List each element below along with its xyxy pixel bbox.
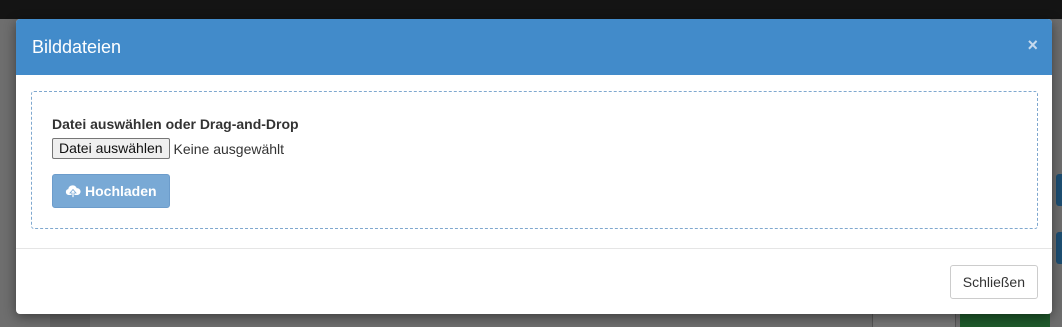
cloud-upload-icon — [65, 184, 81, 198]
modal-body: Datei auswählen oder Drag-and-Drop Datei… — [16, 75, 1052, 249]
dropzone-label: Datei auswählen oder Drag-and-Drop — [52, 116, 299, 132]
modal-footer: Schließen — [16, 249, 1052, 314]
upload-button-label: Hochladen — [85, 183, 157, 199]
image-files-modal: Bilddateien × Datei auswählen oder Drag-… — [16, 19, 1052, 314]
dropzone[interactable]: Datei auswählen oder Drag-and-Drop Datei… — [31, 91, 1038, 229]
file-status: Keine ausgewählt — [173, 140, 285, 157]
background-button — [1056, 174, 1062, 206]
background-top-bar — [0, 0, 1062, 19]
background-button — [1056, 232, 1062, 264]
upload-button[interactable]: Hochladen — [52, 174, 170, 208]
close-icon[interactable]: × — [1027, 36, 1038, 54]
modal-header: Bilddateien × — [16, 19, 1052, 75]
close-button[interactable]: Schließen — [949, 264, 1038, 299]
modal-title: Bilddateien — [32, 36, 122, 57]
file-input: Datei auswählen Keine ausgewählt — [52, 138, 1017, 159]
choose-file-button[interactable]: Datei auswählen — [52, 138, 170, 159]
